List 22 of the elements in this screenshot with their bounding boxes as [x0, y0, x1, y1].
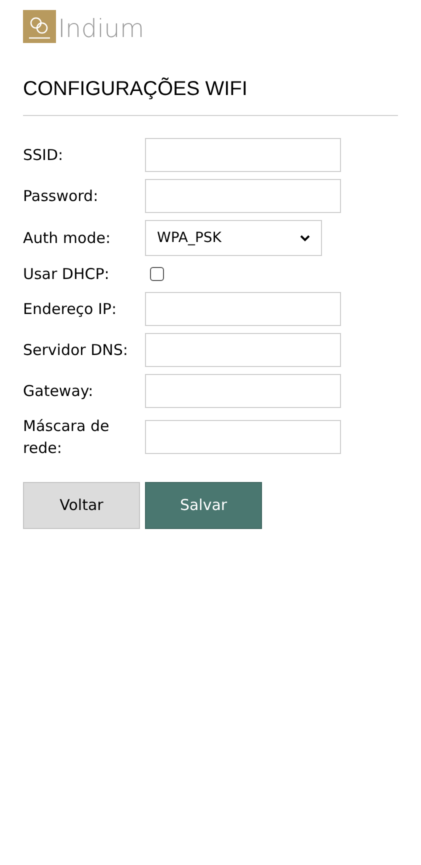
page-title: CONFIGURAÇÕES WIFI — [23, 77, 248, 101]
field-label: Servidor DNS: — [23, 340, 129, 361]
back-button[interactable]: Voltar — [23, 482, 140, 529]
logo-text: Indium — [58, 15, 144, 43]
save-button[interactable]: Salvar — [145, 482, 262, 529]
input-field[interactable] — [145, 374, 341, 408]
field-label: SSID: — [23, 145, 64, 166]
field-label: Auth mode: — [23, 228, 112, 249]
input-field[interactable] — [145, 333, 341, 367]
logo-icon — [23, 10, 56, 43]
input-field[interactable] — [145, 179, 341, 213]
field-label: Endereço IP: — [23, 299, 118, 320]
field-label: Gateway: — [23, 381, 94, 402]
input-field[interactable] — [145, 420, 341, 454]
chevron-down-icon — [300, 234, 310, 242]
field-label: Password: — [23, 186, 100, 207]
auth-mode-select[interactable]: WPA_PSK — [145, 220, 322, 256]
input-field[interactable] — [145, 292, 341, 326]
input-field[interactable] — [145, 138, 341, 172]
dhcp-checkbox[interactable] — [150, 267, 164, 281]
field-label: Usar DHCP: — [23, 264, 110, 285]
field-label: Máscara de rede: — [23, 416, 110, 459]
